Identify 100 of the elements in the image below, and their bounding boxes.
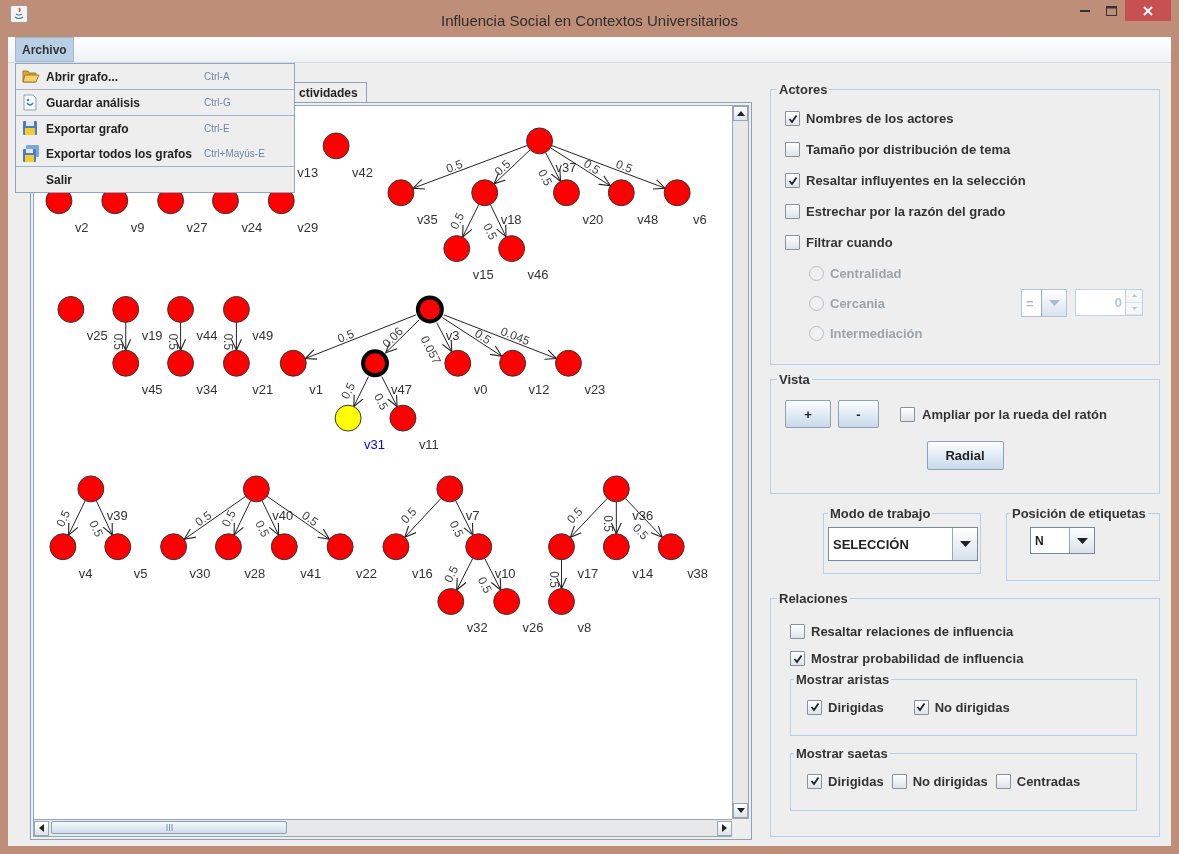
graph-node[interactable]	[471, 179, 499, 207]
menu-title[interactable]: Archivo	[15, 37, 74, 62]
graph-node[interactable]	[493, 588, 521, 616]
checkbox[interactable]	[807, 699, 822, 715]
graph-node[interactable]	[443, 235, 471, 263]
node-label: v25	[86, 328, 108, 344]
graph-node[interactable]	[270, 533, 298, 561]
checkbox[interactable]	[913, 699, 929, 715]
graph-node[interactable]	[326, 533, 354, 561]
graph-node[interactable]	[663, 179, 691, 207]
checkbox[interactable]	[785, 235, 800, 250]
graph-node[interactable]	[49, 533, 77, 561]
graph-node[interactable]	[555, 349, 582, 377]
graph-node[interactable]	[526, 127, 553, 155]
edge-label: 0.5	[601, 515, 616, 532]
graph-node[interactable]	[160, 533, 188, 561]
vertical-scrollbar[interactable]	[732, 105, 749, 819]
node-label: v1	[309, 382, 323, 398]
checkbox[interactable]	[807, 773, 822, 789]
graph-node[interactable]	[361, 349, 389, 378]
shortcut-label: Ctrl-A	[204, 71, 230, 82]
graph-node[interactable]	[112, 349, 140, 377]
shortcut-label: Ctrl-G	[204, 97, 231, 108]
checkbox[interactable]	[790, 624, 805, 639]
node-label: v7	[465, 507, 480, 523]
checkbox[interactable]	[790, 651, 805, 666]
scroll-thumb[interactable]	[51, 821, 287, 834]
close-button[interactable]	[1125, 0, 1171, 21]
graph-node[interactable]	[553, 179, 580, 207]
graph-node[interactable]	[657, 533, 685, 561]
position-dropdown[interactable]: N	[1030, 527, 1095, 554]
radio-label: Centralidad	[830, 265, 902, 281]
graph-node[interactable]	[279, 349, 307, 377]
edge-label: 0.5	[335, 326, 356, 346]
checkbox-label: Mostrar probabilidad de influencia	[811, 651, 1024, 666]
scroll-left-button[interactable]	[34, 820, 49, 836]
menu-item[interactable]: Exportar grafo Ctrl-E	[16, 116, 294, 141]
graph-node[interactable]	[548, 533, 575, 561]
dropdown-arrow-icon	[1048, 300, 1060, 306]
graph-node[interactable]	[602, 533, 630, 561]
mode-dropdown[interactable]: SELECCIÓN	[828, 527, 978, 561]
down-arrow-icon	[736, 808, 745, 813]
checkbox-label: Nombres de los actores	[806, 111, 954, 126]
graph-node[interactable]	[437, 588, 465, 616]
graph-node[interactable]	[498, 235, 526, 263]
checkbox[interactable]	[785, 204, 800, 219]
graph-node[interactable]	[436, 475, 464, 503]
graph-node[interactable]	[104, 533, 132, 561]
graph-node[interactable]	[242, 475, 270, 503]
zoom-out-button[interactable]: -	[838, 400, 879, 428]
checkbox[interactable]	[891, 773, 907, 789]
graph-node[interactable]	[387, 179, 415, 207]
graph-node[interactable]	[602, 475, 630, 503]
graph-node[interactable]	[465, 533, 493, 561]
node-label: v17	[577, 565, 599, 581]
node-label: v3	[445, 328, 460, 344]
horizontal-scrollbar[interactable]	[33, 819, 732, 837]
radial-button[interactable]: Radial	[926, 441, 1004, 470]
graph-node[interactable]	[444, 349, 472, 377]
edge-label: 0.5	[338, 380, 359, 402]
scroll-down-button[interactable]	[733, 803, 748, 818]
maximize-icon	[1106, 5, 1117, 16]
graph-node[interactable]	[499, 349, 527, 377]
graph-node[interactable]	[57, 295, 85, 323]
edge-label: 0.5	[221, 333, 236, 351]
node-label: v24	[241, 219, 263, 235]
right-arrow-icon	[722, 824, 727, 832]
graph-node[interactable]	[222, 295, 250, 323]
graph-node[interactable]	[389, 404, 417, 432]
scroll-up-button[interactable]	[733, 106, 748, 121]
checkbox[interactable]	[995, 773, 1011, 789]
graph-node[interactable]	[607, 179, 635, 207]
graph-node[interactable]	[222, 349, 250, 377]
checkbox[interactable]	[785, 142, 800, 157]
menu-item[interactable]: Guardar análisis Ctrl-G	[16, 90, 294, 115]
graph-node[interactable]	[548, 588, 575, 616]
edge-label: 0.5	[53, 507, 74, 529]
node-label: v48	[637, 211, 659, 227]
checkbox[interactable]	[900, 406, 915, 422]
menu-item[interactable]: Salir	[16, 167, 294, 192]
checkbox-label: Resaltar influyentes en la selección	[806, 173, 1026, 188]
graph-node[interactable]	[215, 533, 242, 561]
checkbox[interactable]	[785, 111, 800, 126]
node-label: v19	[141, 328, 163, 344]
checkbox-label: No dirigidas	[912, 773, 988, 789]
menu-item[interactable]: Exportar todos los grafos Ctrl+Mayús-E	[16, 141, 294, 166]
edge-label: 0.5	[441, 563, 462, 585]
zoom-in-button[interactable]: +	[785, 400, 831, 428]
shortcut-label: Ctrl+Mayús-E	[204, 148, 265, 159]
graph-node[interactable]	[167, 295, 195, 323]
graph-node[interactable]	[77, 475, 105, 503]
graph-node[interactable]	[415, 295, 444, 324]
graph-node[interactable]	[334, 404, 362, 432]
graph-node[interactable]	[322, 132, 350, 160]
graph-node[interactable]	[167, 349, 195, 377]
graph-node[interactable]	[382, 533, 410, 561]
node-label: v6	[693, 211, 707, 227]
checkbox[interactable]	[785, 173, 800, 188]
scroll-right-button[interactable]	[717, 820, 732, 836]
graph-node[interactable]	[112, 295, 140, 323]
